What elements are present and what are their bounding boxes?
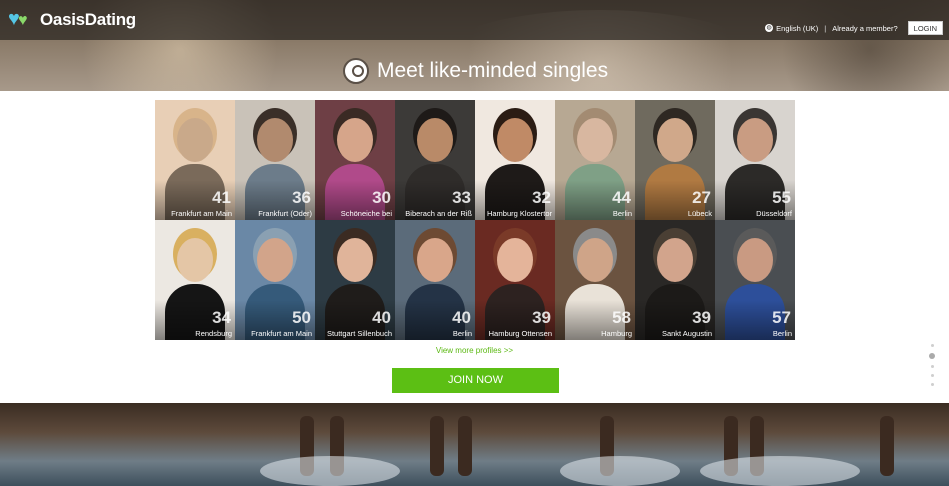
- profile-photo-face: [257, 238, 293, 282]
- profile-card[interactable]: 40 Berlin: [395, 220, 475, 340]
- profile-card[interactable]: 50 Frankfurt am Main: [235, 220, 315, 340]
- profile-city: Berlin: [612, 209, 632, 218]
- profile-card[interactable]: 27 Lübeck: [635, 100, 715, 220]
- ocean-background: [0, 403, 949, 486]
- profile-card[interactable]: 39 Sankt Augustin: [635, 220, 715, 340]
- profile-card[interactable]: 58 Hamburg: [555, 220, 635, 340]
- profile-photo-face: [177, 118, 213, 162]
- profile-city: Düsseldorf: [756, 209, 792, 218]
- profile-age: 34: [212, 308, 231, 327]
- profile-city: Rendsburg: [195, 329, 232, 338]
- page-dot-active[interactable]: [929, 353, 935, 359]
- logo-text: OasisDating: [40, 10, 136, 29]
- profile-photo-face: [257, 118, 293, 162]
- profile-city: Frankfurt am Main: [171, 209, 232, 218]
- account-area: ◍ English (UK) | Already a member? LOGIN: [765, 21, 943, 35]
- profile-photo-face: [497, 238, 533, 282]
- profile-card[interactable]: 33 Biberach an der Riß: [395, 100, 475, 220]
- profile-card[interactable]: 39 Hamburg Ottensen: [475, 220, 555, 340]
- profile-city: Schöneiche bei: [340, 209, 392, 218]
- profile-photo-face: [657, 238, 693, 282]
- profile-card[interactable]: 40 Stuttgart Sillenbuch: [315, 220, 395, 340]
- profile-grid: 41 Frankfurt am Main 36 Frankfurt (Oder) 30 S…: [155, 100, 796, 340]
- headline: Meet like-minded singles: [343, 58, 608, 84]
- profile-age: 40: [452, 308, 471, 327]
- profile-age: 55: [772, 188, 791, 207]
- globe-icon: ◍: [765, 24, 774, 32]
- profile-city: Frankfurt (Oder): [258, 209, 312, 218]
- login-button[interactable]: LOGIN: [907, 21, 943, 35]
- profile-photo-face: [577, 118, 613, 162]
- profile-age: 27: [692, 188, 711, 207]
- profile-age: 39: [532, 308, 551, 327]
- profile-age: 57: [772, 308, 791, 327]
- page-dot[interactable]: [930, 383, 934, 386]
- profile-photo-face: [177, 238, 213, 282]
- profile-city: Berlin: [452, 329, 472, 338]
- profile-photo-face: [737, 118, 773, 162]
- profile-city: Biberach an der Riß: [405, 209, 472, 218]
- profile-age: 39: [692, 308, 711, 327]
- logo[interactable]: ♥ ♥ OasisDating: [8, 9, 136, 31]
- profile-city: Hamburg Ottensen: [488, 329, 552, 338]
- profile-age: 32: [532, 188, 551, 207]
- join-now-button[interactable]: JOIN NOW: [392, 368, 559, 393]
- profile-age: 30: [372, 188, 391, 207]
- hearts-logo-icon: ♥ ♥: [8, 8, 28, 30]
- profile-card[interactable]: 32 Hamburg Klostertor: [475, 100, 555, 220]
- profile-age: 44: [612, 188, 631, 207]
- page-dots: [929, 344, 935, 392]
- location-pin-icon: [343, 58, 369, 84]
- headline-text: Meet like-minded singles: [377, 59, 609, 82]
- profile-age: 58: [612, 308, 631, 327]
- profile-card[interactable]: 30 Schöneiche bei: [315, 100, 395, 220]
- profile-age: 40: [372, 308, 391, 327]
- page-dot[interactable]: [930, 365, 934, 368]
- profile-age: 50: [292, 308, 311, 327]
- profile-age: 33: [452, 188, 471, 207]
- main-content: 41 Frankfurt am Main 36 Frankfurt (Oder) 30 S…: [0, 91, 949, 403]
- profile-photo-face: [577, 238, 613, 282]
- profile-photo-face: [657, 118, 693, 162]
- profile-photo-face: [337, 118, 373, 162]
- page-dot[interactable]: [930, 344, 934, 347]
- view-more-link[interactable]: View more profiles >>: [0, 346, 949, 355]
- profile-city: Frankfurt am Main: [251, 329, 312, 338]
- profile-card[interactable]: 36 Frankfurt (Oder): [235, 100, 315, 220]
- profile-age: 41: [212, 188, 231, 207]
- profile-city: Lübeck: [687, 209, 712, 218]
- profile-city: Stuttgart Sillenbuch: [326, 329, 392, 338]
- profile-card[interactable]: 34 Rendsburg: [155, 220, 235, 340]
- divider: |: [824, 23, 827, 33]
- page-dot[interactable]: [930, 374, 934, 377]
- profile-card[interactable]: 41 Frankfurt am Main: [155, 100, 235, 220]
- profile-photo-face: [417, 238, 453, 282]
- profile-photo-face: [497, 118, 533, 162]
- profile-photo-face: [337, 238, 373, 282]
- profile-city: Sankt Augustin: [661, 329, 712, 338]
- profile-card[interactable]: 44 Berlin: [555, 100, 635, 220]
- profile-city: Hamburg: [601, 329, 632, 338]
- profile-card[interactable]: 55 Düsseldorf: [715, 100, 795, 220]
- profile-city: Hamburg Klostertor: [486, 209, 552, 218]
- profile-photo-face: [417, 118, 453, 162]
- member-prompt: Already a member?: [832, 23, 898, 33]
- language-selector[interactable]: English (UK): [776, 24, 818, 33]
- profile-age: 36: [292, 188, 311, 207]
- top-bar: ♥ ♥ OasisDating ◍ English (UK) | Already …: [0, 0, 949, 40]
- profile-card[interactable]: 57 Berlin: [715, 220, 795, 340]
- profile-photo-face: [737, 238, 773, 282]
- profile-city: Berlin: [772, 329, 792, 338]
